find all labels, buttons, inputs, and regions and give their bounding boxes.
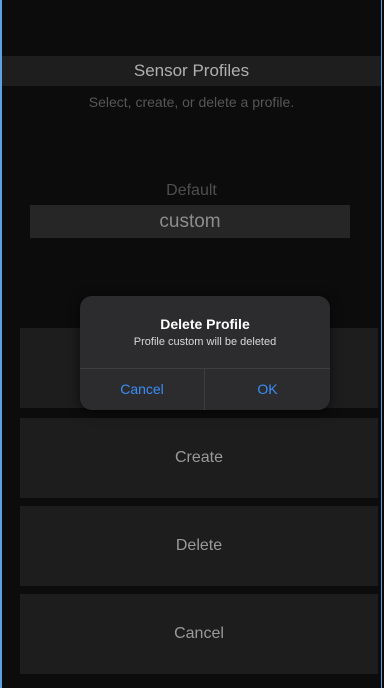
create-button[interactable]: Create bbox=[20, 418, 378, 498]
dialog-ok-button[interactable]: OK bbox=[205, 369, 330, 410]
picker-option-default[interactable]: Default bbox=[2, 182, 381, 200]
page-subtitle: Select, create, or delete a profile. bbox=[88, 94, 295, 110]
delete-button[interactable]: Delete bbox=[20, 506, 378, 586]
cancel-button[interactable]: Cancel bbox=[20, 594, 378, 674]
dialog-cancel-button[interactable]: Cancel bbox=[80, 369, 204, 410]
delete-profile-dialog: Delete Profile Profile custom will be de… bbox=[80, 296, 330, 410]
dialog-message: Profile custom will be deleted bbox=[133, 336, 277, 348]
dialog-title: Delete Profile bbox=[160, 316, 250, 332]
picker-option-selected[interactable]: custom bbox=[30, 205, 350, 238]
page-title: Sensor Profiles bbox=[2, 56, 381, 86]
app-screen: Sensor Profiles Select, create, or delet… bbox=[0, 0, 382, 688]
